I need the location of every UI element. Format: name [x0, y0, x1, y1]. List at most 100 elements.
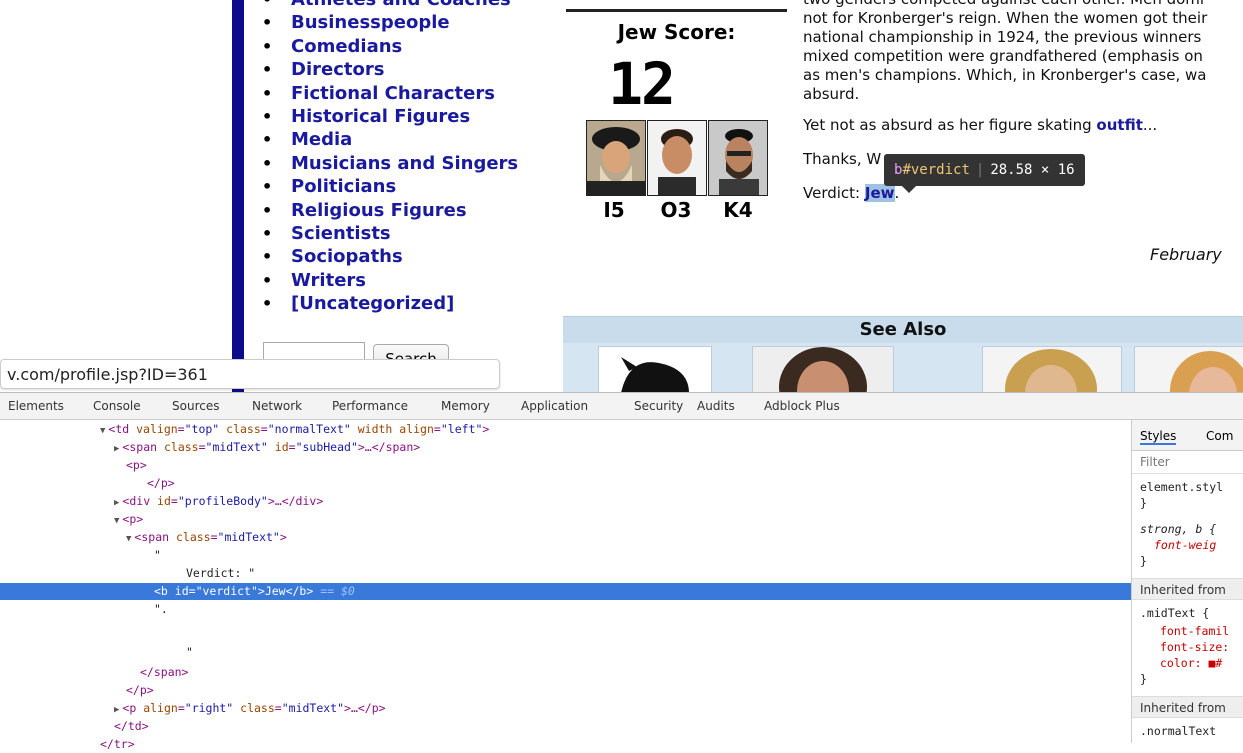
- dom-node-span-midtext[interactable]: ▼ <span class="midText">: [0, 529, 1243, 546]
- dom-node-p2[interactable]: ▼ <p>: [0, 511, 1243, 528]
- element-style-rule[interactable]: element.styl: [1140, 480, 1223, 494]
- category-link[interactable]: • Historical Figures: [262, 105, 518, 128]
- expand-triangle-icon[interactable]: ▶: [114, 705, 119, 715]
- article-line: not for Kronberger's reign. When the wom…: [803, 9, 1208, 27]
- category-label[interactable]: Politicians: [291, 176, 396, 197]
- tab-styles[interactable]: Styles: [1140, 429, 1177, 445]
- bullet-icon: •: [262, 13, 273, 33]
- dom-node-span-subhead[interactable]: ▶ <span class="midText" id="subHead">…</s…: [0, 439, 1243, 456]
- tab-memory[interactable]: Memory: [441, 399, 490, 413]
- bullet-icon: •: [262, 130, 273, 150]
- category-link[interactable]: • Fictional Characters: [262, 82, 518, 105]
- category-label[interactable]: Media: [291, 129, 352, 150]
- devtools-tab-bar: Elements Console Sources Network Perform…: [0, 393, 1243, 420]
- category-label[interactable]: Fictional Characters: [291, 83, 495, 104]
- see-also-card-2[interactable]: [752, 346, 894, 392]
- font-weight-property[interactable]: font-weig: [1154, 538, 1216, 552]
- category-link[interactable]: • Sociopaths: [262, 245, 518, 268]
- bullet-icon: •: [262, 200, 273, 220]
- styles-filter-input[interactable]: Filter: [1132, 450, 1243, 474]
- dom-text-node[interactable]: ": [0, 547, 1243, 564]
- see-also-section: See Also: [563, 316, 1243, 392]
- outfit-link[interactable]: outfit: [1096, 116, 1142, 134]
- dom-node-td-close[interactable]: </td>: [0, 718, 1243, 735]
- font-family-property[interactable]: font-famil: [1160, 624, 1229, 638]
- sidebar-bar: [232, 0, 244, 392]
- category-link[interactable]: • Writers: [262, 269, 518, 292]
- tab-sources[interactable]: Sources: [172, 399, 219, 413]
- tab-audits[interactable]: Audits: [697, 399, 735, 413]
- category-label[interactable]: Sociopaths: [291, 246, 403, 267]
- face-photo-3: [708, 120, 768, 196]
- verdict-value[interactable]: Jew: [864, 184, 895, 202]
- tab-application[interactable]: Application: [521, 399, 588, 413]
- tab-computed[interactable]: Com: [1206, 429, 1233, 443]
- category-link[interactable]: •Athletes and Coaches: [262, 0, 518, 11]
- dom-node-b-verdict-selected[interactable]: <b id="verdict">Jew</b> == $0: [0, 583, 1243, 600]
- face-photo-1: [586, 120, 646, 196]
- see-also-card-1[interactable]: [598, 346, 712, 392]
- dom-node-tr-close[interactable]: </tr>: [0, 736, 1230, 753]
- category-label[interactable]: Historical Figures: [291, 106, 470, 127]
- category-label[interactable]: Businesspeople: [291, 12, 450, 33]
- category-label[interactable]: [Uncategorized]: [291, 293, 454, 314]
- normaltext-rule[interactable]: .normalText: [1140, 724, 1216, 738]
- font-size-property[interactable]: font-size:: [1160, 640, 1229, 654]
- bullet-icon: •: [262, 223, 273, 243]
- see-also-card-3[interactable]: [982, 346, 1122, 392]
- see-also-card-4[interactable]: [1134, 346, 1243, 392]
- category-link[interactable]: • Musicians and Singers: [262, 152, 518, 175]
- category-label[interactable]: Directors: [291, 59, 384, 80]
- collapse-triangle-icon[interactable]: ▼: [126, 534, 131, 544]
- category-label[interactable]: Comedians: [291, 36, 402, 57]
- portrait-thumbnail-icon: [983, 347, 1121, 392]
- dom-node-div-profilebody[interactable]: ▶ <div id="profileBody">…</div>: [0, 493, 1243, 510]
- strong-b-rule[interactable]: strong, b {: [1140, 522, 1216, 536]
- tab-adblock-plus[interactable]: Adblock Plus: [764, 399, 840, 413]
- tab-security[interactable]: Security: [634, 399, 683, 413]
- webpage-viewport: •Athletes and Coaches•Businesspeople•Com…: [0, 0, 1243, 392]
- collapse-triangle-icon[interactable]: ▼: [100, 426, 105, 436]
- dom-text-node[interactable]: ": [0, 644, 1243, 661]
- bullet-icon: •: [262, 177, 273, 197]
- category-link[interactable]: • Comedians: [262, 35, 518, 58]
- collapse-triangle-icon[interactable]: ▼: [114, 516, 119, 526]
- category-link[interactable]: • Businesspeople: [262, 11, 518, 34]
- dom-node-span-close[interactable]: </span>: [0, 664, 1243, 681]
- category-label[interactable]: Musicians and Singers: [291, 153, 518, 174]
- bullet-icon: •: [262, 247, 273, 267]
- category-link[interactable]: • [Uncategorized]: [262, 292, 518, 315]
- dom-node-td[interactable]: ▼ <td valign="top" class="normalText" wid…: [0, 421, 1230, 438]
- category-label[interactable]: Scientists: [291, 223, 391, 244]
- ellipsis: ...: [1142, 116, 1158, 134]
- category-link[interactable]: • Scientists: [262, 222, 518, 245]
- article-line: two genders competed against each other.…: [803, 0, 1243, 9]
- category-label[interactable]: Religious Figures: [291, 200, 467, 221]
- bullet-icon: •: [262, 36, 273, 56]
- dom-node-p-close[interactable]: </p>: [0, 475, 1243, 492]
- see-also-header: See Also: [563, 316, 1243, 343]
- category-link[interactable]: • Media: [262, 128, 518, 151]
- category-label[interactable]: Athletes and Coaches: [291, 0, 511, 10]
- dom-node-p[interactable]: <p>: [0, 457, 1243, 474]
- dom-text-node-verdict[interactable]: Verdict: ": [0, 565, 1243, 582]
- category-label[interactable]: Writers: [291, 270, 366, 291]
- color-property[interactable]: color: ■#: [1160, 656, 1222, 670]
- category-link[interactable]: • Directors: [262, 58, 518, 81]
- dom-text-node[interactable]: ".: [0, 601, 1243, 618]
- dom-node-p-right[interactable]: ▶ <p align="right" class="midText">…</p>: [0, 700, 1243, 717]
- tab-console[interactable]: Console: [93, 399, 141, 413]
- score-label: Jew Score:: [617, 20, 736, 44]
- category-link[interactable]: • Religious Figures: [262, 199, 518, 222]
- tab-elements[interactable]: Elements: [8, 399, 64, 413]
- dom-node-p2-close[interactable]: </p>: [0, 682, 1243, 699]
- category-list: •Athletes and Coaches•Businesspeople•Com…: [262, 0, 518, 315]
- tab-network[interactable]: Network: [252, 399, 302, 413]
- category-link[interactable]: • Politicians: [262, 175, 518, 198]
- expand-triangle-icon[interactable]: ▶: [114, 444, 119, 454]
- midtext-rule[interactable]: .midText {: [1140, 606, 1209, 620]
- tab-performance[interactable]: Performance: [332, 399, 408, 413]
- bullet-icon: •: [262, 153, 273, 173]
- expand-triangle-icon[interactable]: ▶: [114, 498, 119, 508]
- bullet-icon: •: [262, 60, 273, 80]
